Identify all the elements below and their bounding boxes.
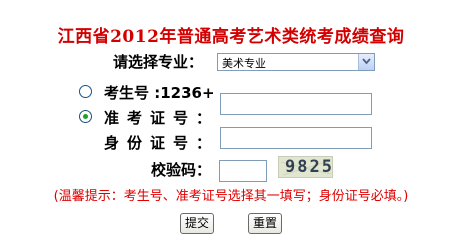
captcha-label-text: 校验码	[151, 161, 197, 179]
exam-number-input[interactable]	[220, 93, 372, 115]
id-card-input[interactable]	[220, 127, 372, 149]
major-label-colon: ：	[188, 53, 204, 71]
captcha-label-colon: ：	[196, 161, 212, 179]
id-card-label-text: 身份证号	[104, 134, 197, 152]
captcha-text: 9825	[285, 157, 333, 177]
captcha-image: 9825	[278, 156, 333, 178]
captcha-input[interactable]	[219, 160, 267, 182]
dropdown-arrow-button[interactable]	[358, 54, 374, 70]
admission-ticket-radio[interactable]	[79, 110, 92, 123]
major-label: 请选择专业：	[113, 51, 203, 72]
id-card-label: 身份证号：	[104, 132, 211, 153]
exam-number-label: 考生号 :1236+	[104, 84, 215, 102]
admission-ticket-label: 准考证号：	[104, 107, 211, 128]
exam-number-radio[interactable]	[79, 85, 92, 98]
major-select-value: 美术专业	[222, 57, 266, 70]
major-select[interactable]: 美术专业	[217, 53, 375, 71]
chevron-down-icon	[362, 58, 371, 65]
submit-button[interactable]: 提交	[180, 213, 214, 234]
admission-ticket-label-colon: ：	[196, 109, 212, 127]
hint-text: (温馨提示：考生号、准考证号选择其一填写；身份证号必填。)	[53, 189, 409, 204]
major-label-text: 请选择专业	[113, 53, 189, 71]
admission-ticket-label-text: 准考证号	[104, 109, 197, 127]
page-title: 江西省2012年普通高考艺术类统考成绩查询	[57, 27, 405, 47]
captcha-label: 校验码：	[151, 159, 211, 180]
reset-button[interactable]: 重置	[248, 213, 282, 234]
id-card-label-colon: ：	[196, 134, 212, 152]
